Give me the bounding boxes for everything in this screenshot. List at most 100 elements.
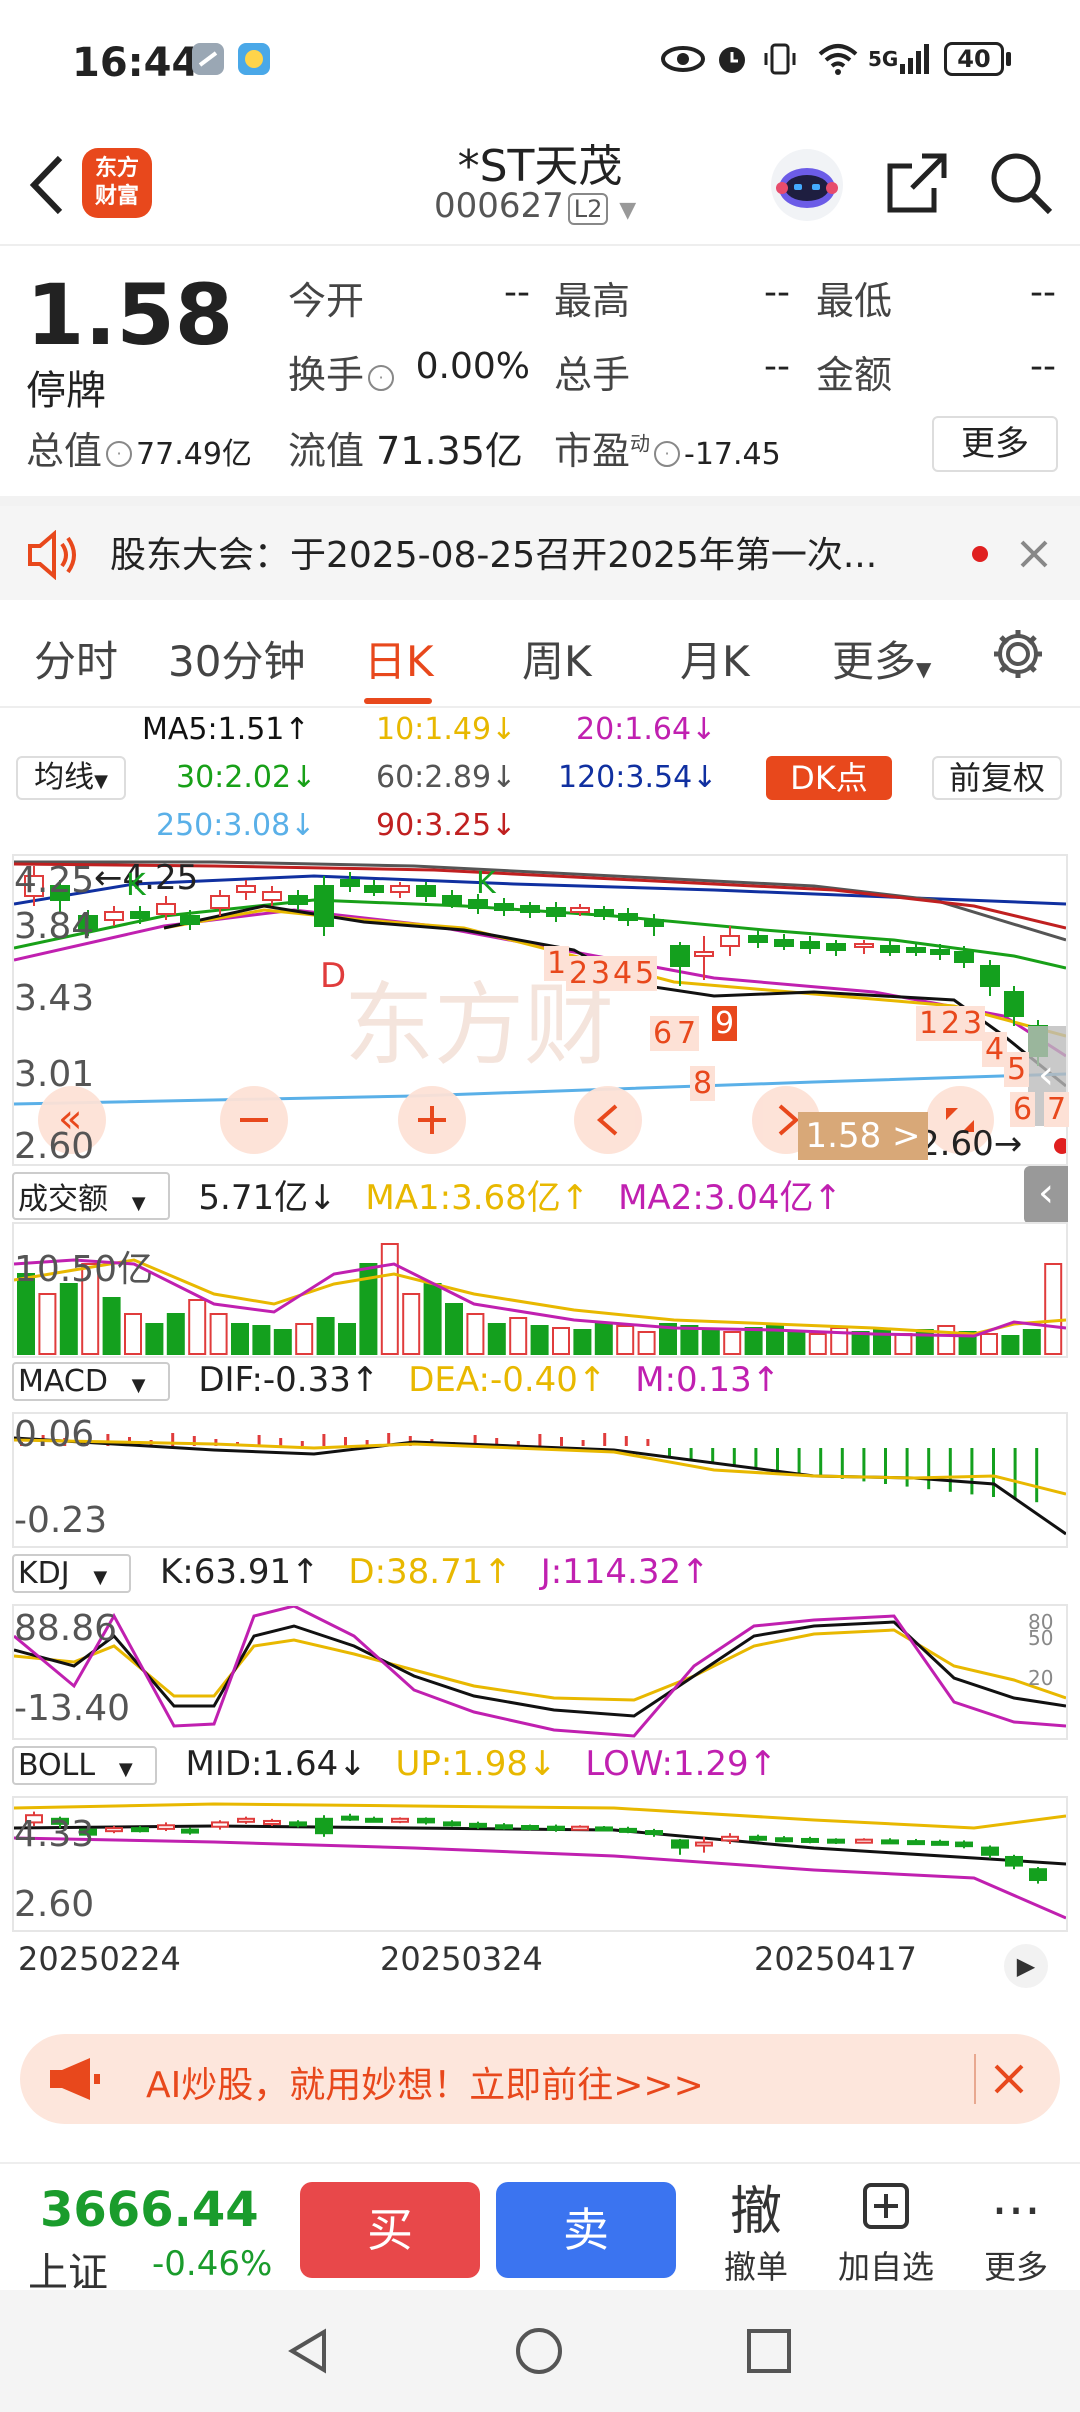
scroll-right-button[interactable]: ▶ bbox=[1004, 1944, 1048, 1988]
tab-monthly-k[interactable]: 月K bbox=[680, 628, 750, 689]
macd-bar bbox=[646, 1439, 650, 1446]
candle bbox=[748, 930, 768, 948]
y-tick: 3.84 bbox=[14, 906, 95, 947]
candle bbox=[364, 880, 384, 896]
volume-bar bbox=[616, 1325, 635, 1355]
macd-m: M:0.13↑ bbox=[635, 1360, 781, 1400]
candle bbox=[694, 936, 714, 980]
macd-dif: DIF:-0.33↑ bbox=[198, 1360, 380, 1400]
info-icon: · bbox=[106, 440, 133, 467]
unread-dot bbox=[972, 546, 988, 562]
macd-canvas bbox=[13, 1433, 1067, 1536]
boll-candle bbox=[157, 1822, 175, 1832]
nav-recents-icon[interactable] bbox=[744, 2326, 794, 2376]
active-tab-indicator bbox=[364, 698, 432, 704]
ma-selector[interactable]: 均线▼ bbox=[16, 756, 126, 800]
robot-icon bbox=[771, 149, 843, 221]
tab-more[interactable]: 更多▼ bbox=[832, 628, 931, 689]
volume-bar bbox=[487, 1323, 506, 1355]
kline-chart[interactable]: 东方财 « ‹ 4.25 3.84 3.43 3.01 2.60 ←4.25 2… bbox=[12, 854, 1070, 1167]
status-bar: 16:44 5G 40 bbox=[0, 0, 1080, 120]
system-nav-bar bbox=[0, 2290, 1080, 2412]
boll-candle bbox=[315, 1815, 333, 1837]
candle bbox=[826, 940, 846, 956]
open-label: 今开 bbox=[288, 279, 365, 323]
index-change: -0.46% bbox=[152, 2244, 273, 2284]
boll-up: UP:1.98↓ bbox=[395, 1744, 557, 1784]
nine-turn-marker: 7 bbox=[1044, 1092, 1070, 1127]
kdj-k: K:63.91↑ bbox=[160, 1552, 320, 1592]
close-icon[interactable] bbox=[992, 2062, 1026, 2096]
stock-code: 000627 bbox=[434, 186, 564, 226]
adjustment-button[interactable]: 前复权 bbox=[932, 756, 1062, 800]
collapse-panel-button[interactable]: ‹ bbox=[1024, 1166, 1068, 1224]
tab-weekly-k[interactable]: 周K bbox=[522, 628, 592, 689]
settings-gear-icon[interactable] bbox=[990, 626, 1046, 682]
sell-button[interactable]: 卖 bbox=[496, 2182, 676, 2278]
boll-selector[interactable]: BOLL ▼ bbox=[12, 1746, 157, 1785]
signal-icon: 5G bbox=[868, 40, 932, 78]
date-label: 20250324 bbox=[380, 1940, 543, 1978]
volume-bar bbox=[38, 1293, 57, 1355]
more-quote-button[interactable]: 更多 bbox=[932, 416, 1058, 472]
macd-chart: 0.06 -0.23 bbox=[12, 1412, 1068, 1548]
share-button[interactable] bbox=[882, 148, 956, 222]
volume-selector[interactable]: 成交额 ▼ bbox=[12, 1172, 170, 1220]
add-watchlist-button[interactable]: 加自选 bbox=[826, 2182, 946, 2288]
macd-bar bbox=[992, 1448, 995, 1497]
dk-point-button[interactable]: DK点 bbox=[766, 756, 892, 800]
volume-bar bbox=[573, 1329, 592, 1355]
candle bbox=[854, 940, 874, 954]
boll-candle bbox=[775, 1836, 793, 1843]
index-value[interactable]: 3666.44 bbox=[40, 2182, 259, 2238]
stock-header: 东方财富 *ST天茂 000627 L2 ▼ bbox=[0, 120, 1080, 246]
boll-axis-top: 4.33 bbox=[14, 1814, 95, 1855]
volume-bar bbox=[552, 1327, 570, 1355]
nav-back-icon[interactable] bbox=[284, 2326, 334, 2376]
search-button[interactable] bbox=[986, 148, 1060, 222]
macd-bar bbox=[819, 1448, 823, 1477]
cancel-order-button[interactable]: 撤 撤单 bbox=[696, 2182, 816, 2288]
ma90-value: 90:3.25↓ bbox=[376, 808, 517, 843]
tab-timeshare[interactable]: 分时 bbox=[34, 628, 118, 689]
macd-bar bbox=[905, 1448, 909, 1487]
more-menu-button[interactable]: ··· 更多 bbox=[956, 2182, 1076, 2288]
buy-button[interactable]: 买 bbox=[300, 2182, 480, 2278]
price-tag[interactable]: 1.58 > bbox=[798, 1112, 928, 1160]
kdj-axis-bottom: -13.40 bbox=[14, 1688, 131, 1729]
ai-robot-button[interactable] bbox=[770, 148, 844, 222]
nav-home-icon[interactable] bbox=[514, 2326, 564, 2376]
volume-bar bbox=[894, 1333, 913, 1355]
kdj-selector[interactable]: KDJ ▼ bbox=[12, 1554, 132, 1593]
ai-ad-banner[interactable]: AI炒股，就用妙想！立即前往>>> bbox=[20, 2034, 1060, 2124]
volume-bar bbox=[166, 1313, 185, 1355]
level2-badge: L2 bbox=[567, 193, 609, 225]
macd-selector[interactable]: MACD ▼ bbox=[12, 1362, 170, 1401]
volume-bar bbox=[509, 1317, 528, 1355]
chevron-down-icon: ▼ bbox=[916, 657, 932, 681]
volume-bar bbox=[808, 1333, 827, 1355]
stock-code-row[interactable]: 000627 L2 ▼ bbox=[434, 186, 636, 226]
candle bbox=[546, 902, 566, 922]
candle bbox=[314, 876, 334, 936]
boll-candle bbox=[211, 1820, 229, 1830]
volume-bar bbox=[980, 1333, 998, 1355]
candle bbox=[644, 914, 664, 936]
boll-candle bbox=[749, 1834, 767, 1842]
info-icon: · bbox=[368, 364, 395, 391]
ad-text: AI炒股，就用妙想！立即前往>>> bbox=[146, 2065, 704, 2106]
high-label: 最高 bbox=[554, 279, 631, 323]
kdj-legend: KDJ ▼ K:63.91↑ D:38.71↑ J:114.32↑ bbox=[12, 1552, 728, 1598]
ma5-value: MA5:1.51↑ bbox=[142, 712, 310, 747]
volume-chart: 10.50亿 bbox=[12, 1222, 1068, 1358]
close-icon[interactable] bbox=[1018, 538, 1050, 570]
volume-bar bbox=[316, 1317, 335, 1355]
tab-daily-k[interactable]: 日K bbox=[364, 628, 434, 689]
announcement-bar[interactable]: 股东大会：于2025-08-25召开2025年第一次... bbox=[0, 496, 1080, 600]
volume-bar bbox=[124, 1313, 142, 1355]
boll-candle bbox=[365, 1816, 383, 1823]
nine-turn-marker: 5 bbox=[1004, 1052, 1030, 1087]
macd-bar bbox=[560, 1437, 563, 1446]
tab-30min[interactable]: 30分钟 bbox=[168, 628, 305, 689]
boll-candle bbox=[955, 1840, 973, 1849]
